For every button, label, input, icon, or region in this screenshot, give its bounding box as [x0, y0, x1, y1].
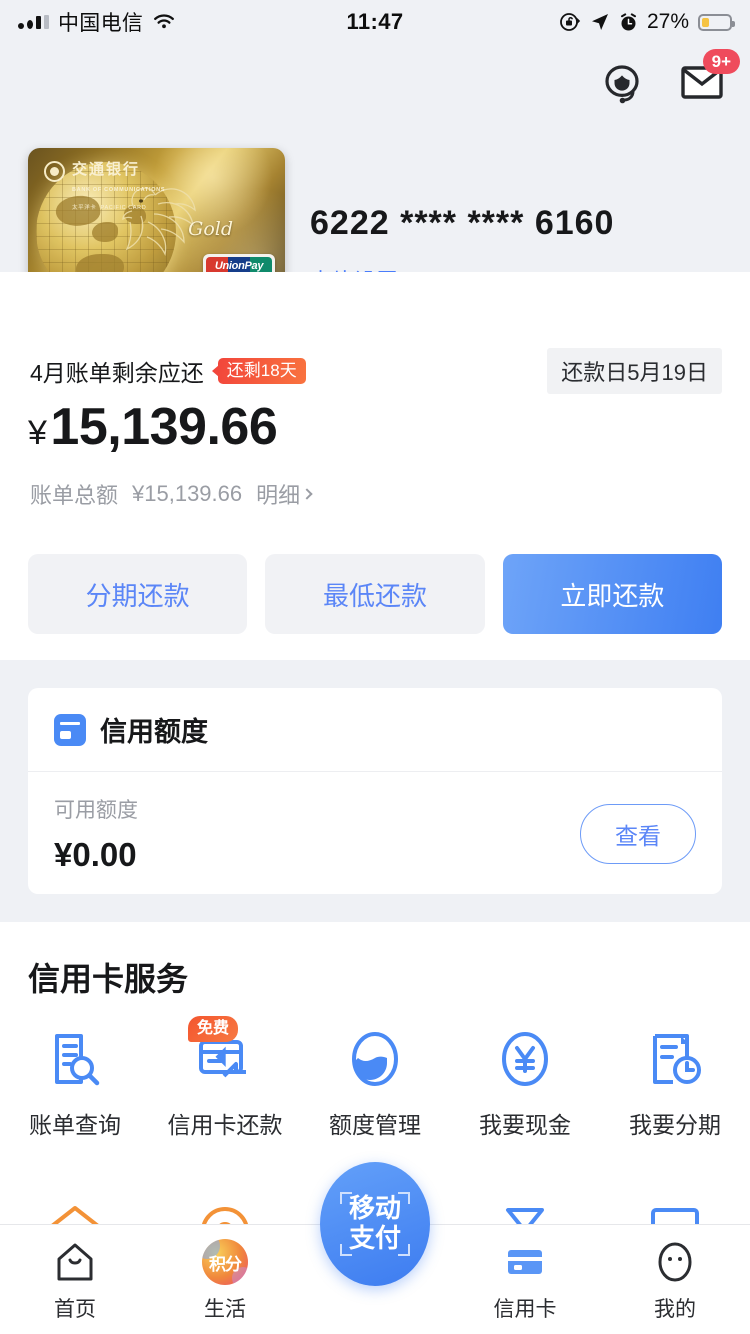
bill-amount: ¥ 15,139.66 — [28, 397, 278, 457]
battery-icon — [698, 13, 735, 31]
mail-badge: 9+ — [702, 49, 740, 75]
home-icon — [52, 1239, 98, 1285]
service-label: 我要分期 — [629, 1112, 721, 1138]
limit-manage-icon — [344, 1028, 406, 1090]
credit-limit-header: 信用额度 — [28, 688, 722, 772]
app-screen: 中国电信 11:47 27% 9+ 交通银行 BANK OF COMMUNICA… — [0, 0, 750, 1334]
bill-section: 4月账单剩余应还 还剩18天 还款日5月19日 ¥ 15,139.66 账单总额… — [0, 272, 750, 660]
bill-total-amount: ¥15,139.66 — [132, 481, 243, 506]
service-bill-search[interactable]: 账单查询 — [0, 1028, 150, 1140]
tab-label: 我的 — [654, 1298, 696, 1321]
tab-profile[interactable]: 我的 — [600, 1225, 750, 1323]
credit-card-tab-icon — [502, 1239, 548, 1285]
card-header: 9+ 交通银行 BANK OF COMMUNICATIONS 太平洋卡 PACI… — [0, 44, 750, 310]
mail-envelope-icon[interactable]: 9+ — [676, 49, 740, 110]
bill-detail-label: 明细 — [256, 483, 301, 508]
services-title: 信用卡服务 — [28, 961, 189, 997]
service-card-repay[interactable]: 免费 信用卡还款 — [150, 1016, 300, 1140]
service-label: 我要现金 — [479, 1112, 571, 1138]
services-grid: 账单查询 免费 信用卡还款 额度管理 我要现金 我要分期 — [0, 1016, 750, 1140]
card-series-label: 太平洋卡 PACIFIC CARD — [72, 204, 147, 211]
bank-name-cn: 交通银行 — [72, 160, 141, 178]
customer-service-headset-icon[interactable] — [596, 58, 648, 110]
status-bar-right: 27% — [559, 10, 735, 34]
minimum-repay-button[interactable]: 最低还款 — [265, 554, 485, 634]
bank-logo: 交通银行 BANK OF COMMUNICATIONS 太平洋卡 PACIFIC… — [44, 161, 165, 213]
bill-total-label: 账单总额 — [30, 483, 119, 508]
free-badge: 免费 — [188, 1016, 239, 1042]
view-limit-button[interactable]: 查看 — [580, 804, 696, 864]
tab-label: 首页 — [54, 1298, 96, 1321]
tab-home[interactable]: 首页 — [0, 1225, 150, 1323]
installment-clock-icon — [644, 1028, 706, 1090]
installment-repay-button[interactable]: 分期还款 — [28, 554, 248, 634]
tab-label: 生活 — [204, 1298, 246, 1321]
bill-detail-link[interactable]: 明细 — [256, 478, 313, 510]
bocom-mark-icon — [44, 161, 65, 182]
repay-button-row: 分期还款 最低还款 立即还款 — [28, 554, 722, 634]
unionpay-en-label: UnionPay — [214, 260, 264, 272]
service-label: 信用卡还款 — [167, 1112, 283, 1138]
chevron-right-icon — [301, 488, 313, 500]
card-tier-label: Gold — [188, 218, 233, 240]
repay-now-button[interactable]: 立即还款 — [502, 554, 722, 634]
bill-heading-row: 4月账单剩余应还 还剩18天 — [30, 354, 306, 388]
amount-value: 15,139.66 — [50, 398, 278, 456]
days-remaining-badge: 还剩18天 — [217, 358, 306, 384]
rotation-lock-icon — [560, 13, 581, 31]
location-arrow-icon — [591, 14, 608, 30]
service-label: 额度管理 — [329, 1112, 421, 1138]
service-limit-manage[interactable]: 额度管理 — [300, 1028, 450, 1140]
service-cash[interactable]: 我要现金 — [450, 1028, 600, 1140]
bill-search-icon — [44, 1028, 106, 1090]
cash-yen-icon — [494, 1028, 556, 1090]
currency-symbol: ¥ — [28, 414, 47, 452]
bill-label: 4月账单剩余应还 — [30, 360, 204, 386]
credit-limit-card: 信用额度 可用额度 ¥0.00 查看 — [28, 688, 722, 894]
credit-limit-body: 可用额度 ¥0.00 查看 — [28, 772, 722, 893]
status-bar: 中国电信 11:47 27% — [0, 0, 750, 44]
mobile-pay-label: 移动 支付 — [348, 1193, 401, 1253]
bill-total-row: 账单总额 ¥15,139.66 明细 — [30, 478, 313, 510]
alarm-icon — [620, 12, 636, 30]
tab-credit-card[interactable]: 信用卡 — [450, 1225, 600, 1323]
service-label: 账单查询 — [29, 1112, 121, 1138]
profile-face-icon — [652, 1239, 698, 1285]
bank-name-en: BANK OF COMMUNICATIONS — [72, 187, 166, 194]
card-number: 6222 **** **** 6160 — [310, 204, 615, 242]
tab-life[interactable]: 积分 生活 — [150, 1225, 300, 1323]
points-jifen-icon: 积分 — [202, 1239, 248, 1285]
mobile-pay-fab[interactable]: 移动 支付 — [320, 1162, 430, 1286]
battery-percent-label: 27% — [646, 10, 689, 33]
tab-label: 信用卡 — [493, 1298, 557, 1321]
service-installment[interactable]: 我要分期 — [600, 1028, 750, 1140]
credit-limit-title: 信用额度 — [100, 717, 208, 747]
credit-card-icon — [54, 713, 86, 746]
header-actions: 9+ — [596, 49, 740, 110]
due-date-badge: 还款日5月19日 — [547, 348, 722, 394]
